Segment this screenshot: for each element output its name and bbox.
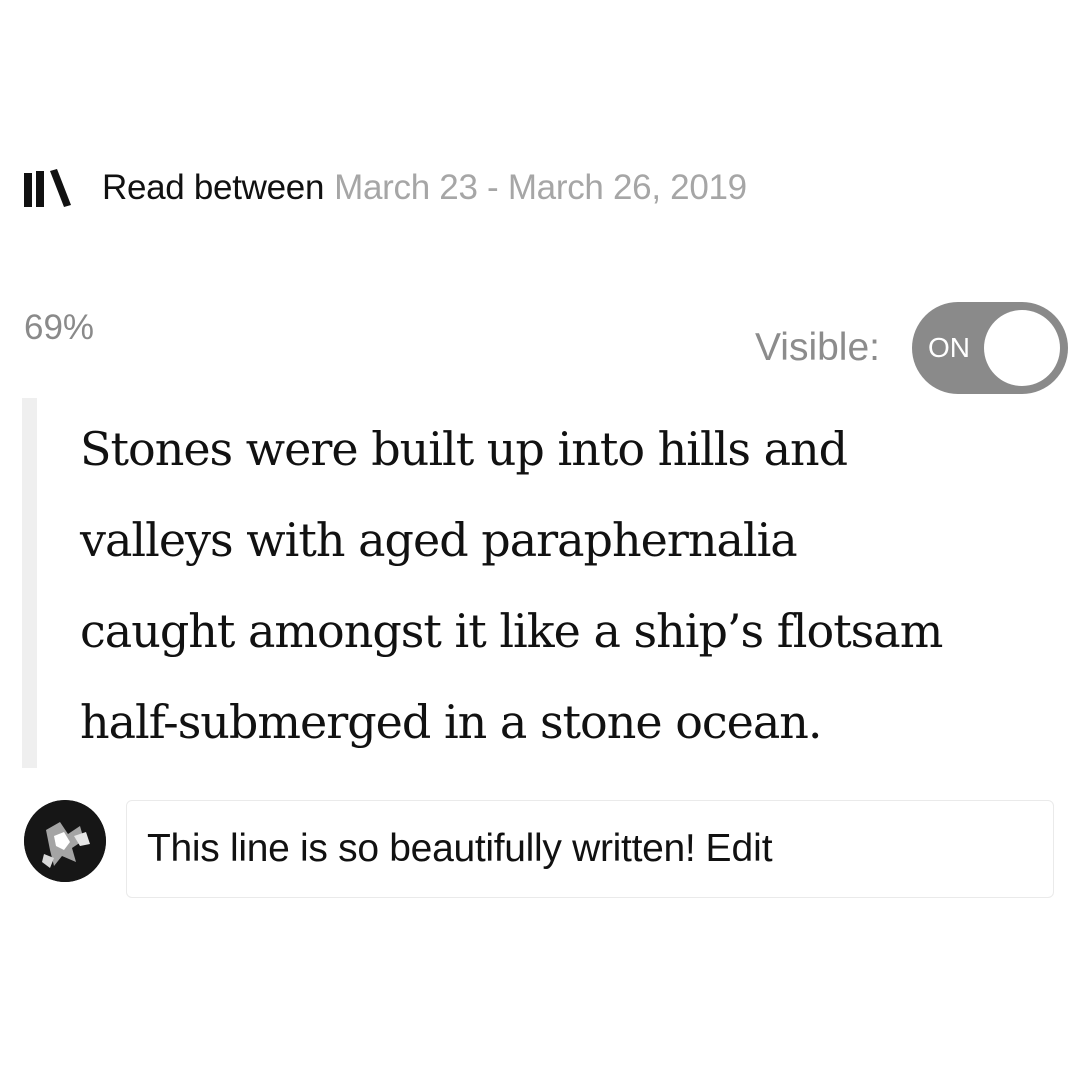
quote-bar bbox=[22, 398, 37, 768]
toggle-state-label: ON bbox=[928, 332, 970, 363]
quote-line: caught amongst it like a ship’s flotsam bbox=[80, 604, 943, 658]
read-between-label: Read between bbox=[102, 168, 325, 207]
visibility-toggle[interactable]: ON bbox=[912, 302, 1068, 394]
progress-percent: 69% bbox=[24, 308, 95, 347]
user-avatar bbox=[24, 800, 106, 882]
read-dates-row: Read between March 23 - March 26, 2019 bbox=[24, 164, 747, 212]
quote-line: valleys with aged paraphernalia bbox=[80, 513, 798, 567]
comment-box: This line is so beautifully written! Edi… bbox=[126, 800, 1054, 898]
edit-comment-link[interactable]: Edit bbox=[705, 827, 772, 871]
visibility-control: Visible: ON bbox=[755, 302, 1068, 394]
quote-line: Stones were built up into hills and bbox=[80, 422, 848, 476]
bookshelf-icon bbox=[24, 169, 74, 207]
toggle-knob bbox=[984, 310, 1060, 386]
quote-line: half-submerged in a stone ocean. bbox=[80, 695, 823, 749]
visible-label: Visible: bbox=[754, 326, 880, 369]
read-dates: March 23 - March 26, 2019 bbox=[334, 168, 747, 207]
highlight-quote: Stones were built up into hills and vall… bbox=[80, 404, 1070, 768]
comment-text: This line is so beautifully written! bbox=[147, 827, 696, 870]
